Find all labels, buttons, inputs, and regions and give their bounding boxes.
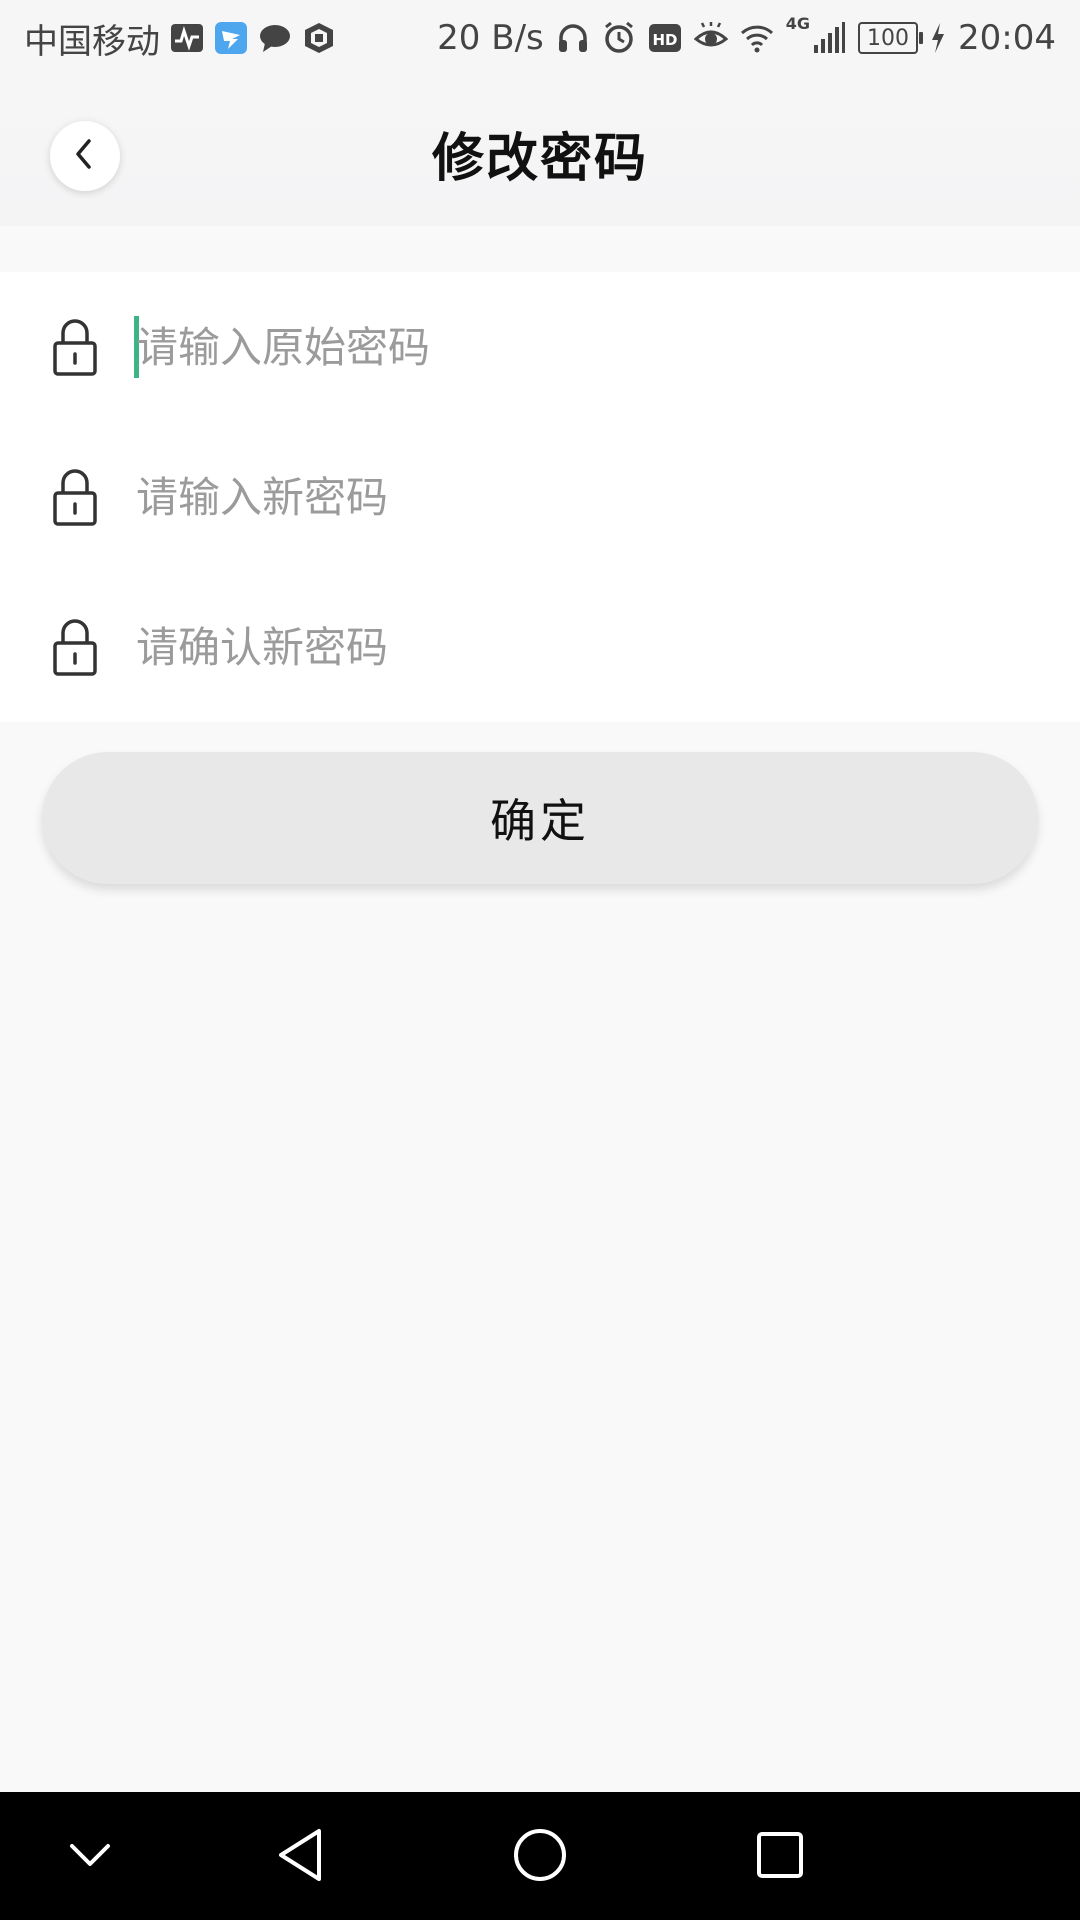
nav-recents-button[interactable] xyxy=(745,1822,815,1892)
chat-bubble-icon xyxy=(258,21,292,55)
nav-back-button[interactable] xyxy=(265,1822,335,1892)
old-password-row xyxy=(0,272,1080,422)
confirm-password-input[interactable] xyxy=(136,612,1016,682)
network-speed: 20 B/s xyxy=(437,18,544,58)
lock-icon xyxy=(50,467,100,527)
new-password-input[interactable] xyxy=(136,462,1016,532)
alarm-icon xyxy=(602,21,636,55)
carrier-label: 中国移动 xyxy=(24,21,160,62)
activity-icon xyxy=(170,21,204,55)
password-form xyxy=(0,272,1080,722)
hide-nav-button[interactable] xyxy=(55,1822,125,1892)
eye-icon xyxy=(693,21,729,55)
hd-icon: HD xyxy=(648,21,682,55)
status-bar-right: 20 B/s HD 4G 100 20:04 xyxy=(437,14,1056,62)
app-header: 修改密码 xyxy=(0,76,1080,226)
dingtalk-icon xyxy=(214,21,248,55)
lock-icon xyxy=(50,617,100,677)
nav-home-button[interactable] xyxy=(505,1822,575,1892)
headphones-icon xyxy=(556,21,590,55)
signal-icon xyxy=(812,21,846,55)
charging-icon xyxy=(930,21,946,55)
confirm-button-label: 确定 xyxy=(490,794,590,848)
back-triangle-icon xyxy=(275,1827,325,1887)
new-password-row xyxy=(0,422,1080,572)
chevron-down-icon xyxy=(68,1840,112,1874)
old-password-input[interactable] xyxy=(136,312,1016,382)
confirm-button[interactable]: 确定 xyxy=(42,752,1038,884)
battery-indicator: 100 xyxy=(858,22,924,54)
status-bar: 中国移动 20 B/s HD 4G 100 20:04 xyxy=(0,0,1080,76)
page-title: 修改密码 xyxy=(431,129,648,189)
wifi-icon xyxy=(740,21,774,55)
network-type: 4G xyxy=(785,14,811,33)
recents-square-icon xyxy=(755,1830,805,1884)
lock-icon xyxy=(50,317,100,377)
shield-icon xyxy=(302,21,336,55)
confirm-password-row xyxy=(0,572,1080,722)
battery-level: 100 xyxy=(867,25,910,51)
system-nav-bar xyxy=(0,1792,1080,1920)
status-bar-left: 中国移动 xyxy=(24,14,336,62)
clock: 20:04 xyxy=(958,18,1056,58)
svg-text:HD: HD xyxy=(652,31,677,49)
home-circle-icon xyxy=(512,1827,568,1887)
